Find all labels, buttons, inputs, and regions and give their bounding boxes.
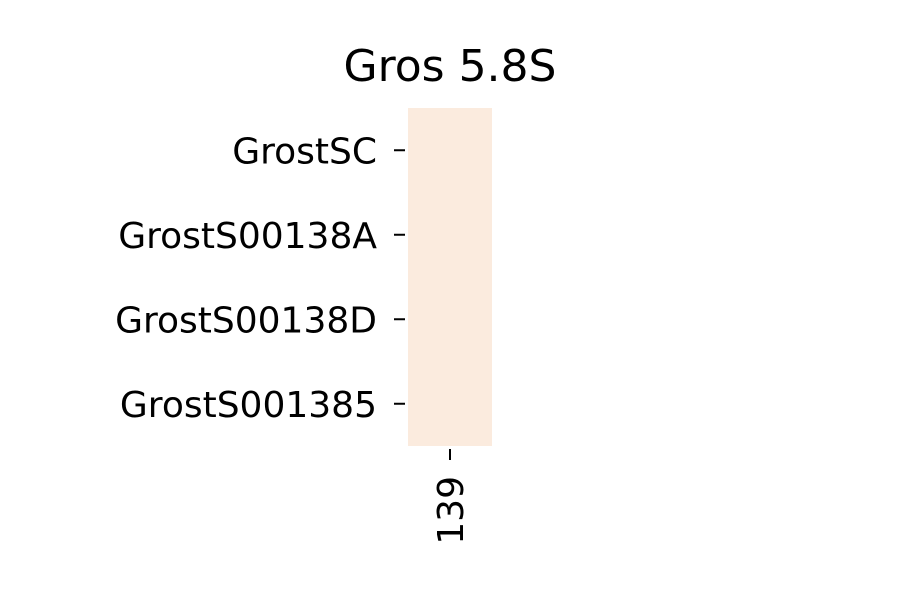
heatmap-cells <box>408 108 492 446</box>
heatmap-chart: Gros 5.8S GrostSC GrostS00138A GrostS00138… <box>115 41 557 545</box>
y-tick-label: GrostSC <box>232 131 377 172</box>
heatmap-cell <box>408 361 492 446</box>
chart-container: Gros 5.8S GrostSC GrostS00138A GrostS00138… <box>0 0 900 600</box>
y-axis: GrostSC GrostS00138A GrostS00138D GrostS001… <box>115 131 405 426</box>
y-tick-label: GrostS00138A <box>118 216 377 257</box>
y-tick-label: GrostS001385 <box>120 385 377 426</box>
x-tick-label: 139 <box>431 476 472 545</box>
heatmap-cell <box>408 192 492 277</box>
chart-title: Gros 5.8S <box>344 41 557 92</box>
heatmap-cell <box>408 108 492 193</box>
x-axis: 139 <box>431 449 472 545</box>
y-tick-label: GrostS00138D <box>115 300 377 341</box>
heatmap-cell <box>408 277 492 362</box>
